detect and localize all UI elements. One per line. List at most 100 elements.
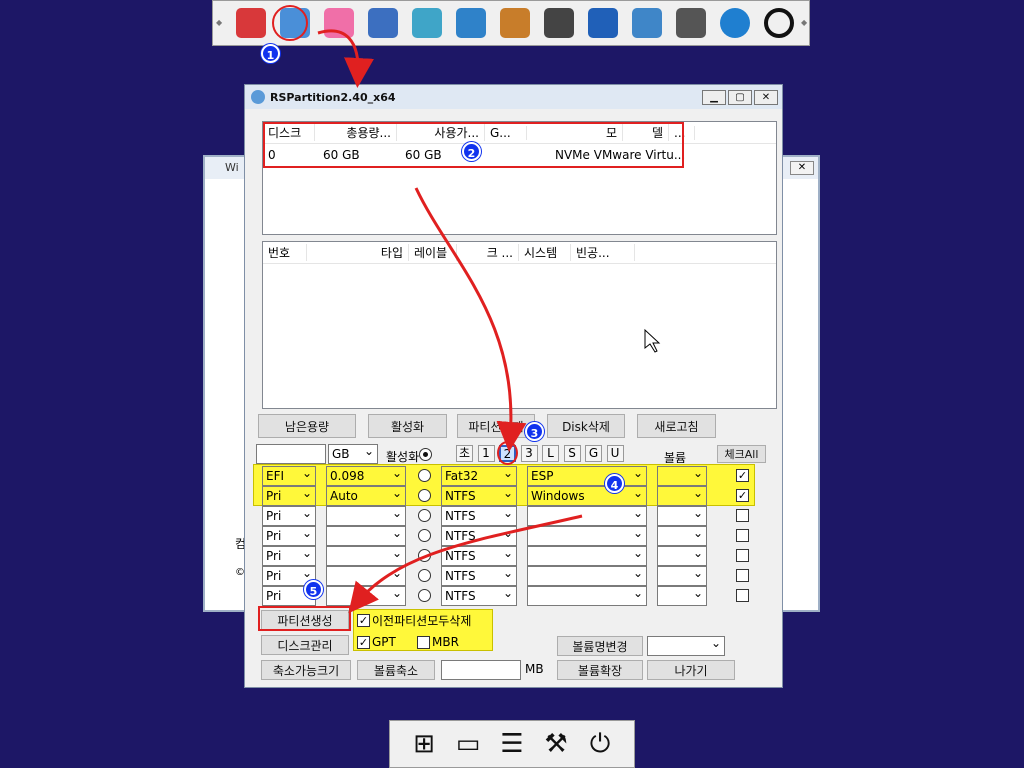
- partition-type-select[interactable]: Pri: [262, 506, 316, 526]
- partition-active-radio[interactable]: [418, 509, 431, 522]
- partition-size-select[interactable]: [326, 586, 406, 606]
- windows-logo-icon[interactable]: ⊞: [407, 727, 441, 761]
- filesystem-select[interactable]: NTFS: [441, 546, 517, 566]
- filesystem-select[interactable]: NTFS: [441, 526, 517, 546]
- mb-input[interactable]: [441, 660, 521, 680]
- volume-select[interactable]: [657, 566, 707, 586]
- mode-button[interactable]: L: [542, 445, 559, 462]
- gpt-checkbox[interactable]: ✓: [357, 636, 370, 649]
- column-header[interactable]: 번호: [263, 244, 307, 261]
- shrink-volume-button[interactable]: 볼륨축소: [357, 660, 435, 680]
- column-header[interactable]: 시스템: [519, 244, 571, 261]
- partition-checkbox[interactable]: [736, 589, 749, 602]
- disk-management-button[interactable]: 디스크관리: [261, 635, 349, 655]
- close-button[interactable]: ✕: [754, 89, 778, 105]
- partition-type-select[interactable]: Pri: [262, 546, 316, 566]
- remaining-space-button[interactable]: 남은용량: [258, 414, 356, 438]
- filesystem-select[interactable]: NTFS: [441, 586, 517, 606]
- volume-select[interactable]: [657, 486, 707, 506]
- shrinkable-size-button[interactable]: 축소가능크기: [261, 660, 351, 680]
- disk-tool-icon[interactable]: [229, 3, 273, 43]
- delete-disk-button[interactable]: Disk삭제: [547, 414, 625, 438]
- volume-select[interactable]: [657, 526, 707, 546]
- mode-button[interactable]: 3: [520, 445, 538, 462]
- volume-select[interactable]: [657, 546, 707, 566]
- mode-button[interactable]: G: [585, 445, 602, 462]
- delete-previous-checkbox[interactable]: ✓: [357, 614, 370, 627]
- column-header[interactable]: 타입: [347, 244, 409, 261]
- maximize-button[interactable]: ▢: [728, 89, 752, 105]
- volume-label-select[interactable]: ESP: [527, 466, 647, 486]
- rspartition-icon[interactable]: [273, 3, 317, 43]
- filesystem-select[interactable]: Fat32: [441, 466, 517, 486]
- partition-checkbox[interactable]: [736, 529, 749, 542]
- filesystem-select[interactable]: NTFS: [441, 486, 517, 506]
- partition-size-select[interactable]: [326, 546, 406, 566]
- extend-volume-button[interactable]: 볼륨확장: [557, 660, 643, 680]
- partition-list[interactable]: 번호 타입 레이블 크 ... 시스템 빈공...: [262, 241, 777, 409]
- snapshot-icon[interactable]: [669, 3, 713, 43]
- partition-size-select[interactable]: [326, 506, 406, 526]
- volume-label-select[interactable]: [527, 526, 647, 546]
- partition-active-radio[interactable]: [418, 489, 431, 502]
- column-header[interactable]: 크 ...: [457, 244, 519, 261]
- activate-radio[interactable]: [419, 448, 432, 461]
- volume-label-select[interactable]: [527, 506, 647, 526]
- hammer-icon[interactable]: ⚒: [539, 727, 573, 761]
- windows-tiles-icon[interactable]: [317, 3, 361, 43]
- minimize-button[interactable]: ▁: [702, 89, 726, 105]
- list-add-icon[interactable]: ☰: [495, 727, 529, 761]
- drive-icon[interactable]: [537, 3, 581, 43]
- power-icon[interactable]: ⏻: [583, 727, 617, 761]
- document-icon[interactable]: [405, 3, 449, 43]
- mode-button[interactable]: U: [606, 445, 624, 462]
- monitor-icon[interactable]: ▭: [451, 727, 485, 761]
- refresh-button[interactable]: 새로고침: [637, 414, 716, 438]
- partition-checkbox[interactable]: [736, 509, 749, 522]
- feather-icon[interactable]: [449, 3, 493, 43]
- partition-active-radio[interactable]: [418, 549, 431, 562]
- volume-name-select[interactable]: [647, 636, 725, 656]
- size-input[interactable]: [256, 444, 326, 464]
- network-icon[interactable]: [361, 3, 405, 43]
- column-header[interactable]: 빈공...: [571, 244, 635, 261]
- filesystem-select[interactable]: NTFS: [441, 506, 517, 526]
- mode-button[interactable]: 1: [477, 445, 495, 462]
- mbr-checkbox[interactable]: [417, 636, 430, 649]
- partition-active-radio[interactable]: [418, 569, 431, 582]
- partition-checkbox[interactable]: [736, 569, 749, 582]
- volume-label-select[interactable]: [527, 546, 647, 566]
- partition-checkbox[interactable]: ✓: [736, 469, 749, 482]
- mode-button[interactable]: S: [563, 445, 581, 462]
- partition-active-radio[interactable]: [418, 529, 431, 542]
- partition-checkbox[interactable]: ✓: [736, 489, 749, 502]
- a-app-icon[interactable]: [581, 3, 625, 43]
- volume-select[interactable]: [657, 586, 707, 606]
- filesystem-select[interactable]: NTFS: [441, 566, 517, 586]
- partition-type-select[interactable]: Pri: [262, 526, 316, 546]
- volume-label-select[interactable]: Windows: [527, 486, 647, 506]
- restart-icon[interactable]: [757, 3, 801, 43]
- partition-size-select[interactable]: [326, 566, 406, 586]
- tools-icon[interactable]: [493, 3, 537, 43]
- volume-label-select[interactable]: [527, 566, 647, 586]
- partition-active-radio[interactable]: [418, 469, 431, 482]
- computer-icon[interactable]: [625, 3, 669, 43]
- close-icon[interactable]: ✕: [790, 161, 814, 175]
- partition-size-select[interactable]: [326, 526, 406, 546]
- rename-volume-button[interactable]: 볼륨명변경: [557, 636, 643, 656]
- delete-partition-button[interactable]: 파티션삭제: [457, 414, 535, 438]
- partition-type-select[interactable]: Pri: [262, 486, 316, 506]
- partition-size-select[interactable]: Auto: [326, 486, 406, 506]
- partition-active-radio[interactable]: [418, 589, 431, 602]
- check-all-button[interactable]: 체크All: [717, 445, 766, 463]
- unit-select[interactable]: GB: [328, 444, 378, 464]
- volume-select[interactable]: [657, 506, 707, 526]
- exit-button[interactable]: 나가기: [647, 660, 735, 680]
- partition-checkbox[interactable]: [736, 549, 749, 562]
- mode-button[interactable]: 초: [456, 445, 473, 462]
- partition-size-select[interactable]: 0.098: [326, 466, 406, 486]
- volume-select[interactable]: [657, 466, 707, 486]
- activate-button[interactable]: 활성화: [368, 414, 447, 438]
- partition-type-select[interactable]: EFI: [262, 466, 316, 486]
